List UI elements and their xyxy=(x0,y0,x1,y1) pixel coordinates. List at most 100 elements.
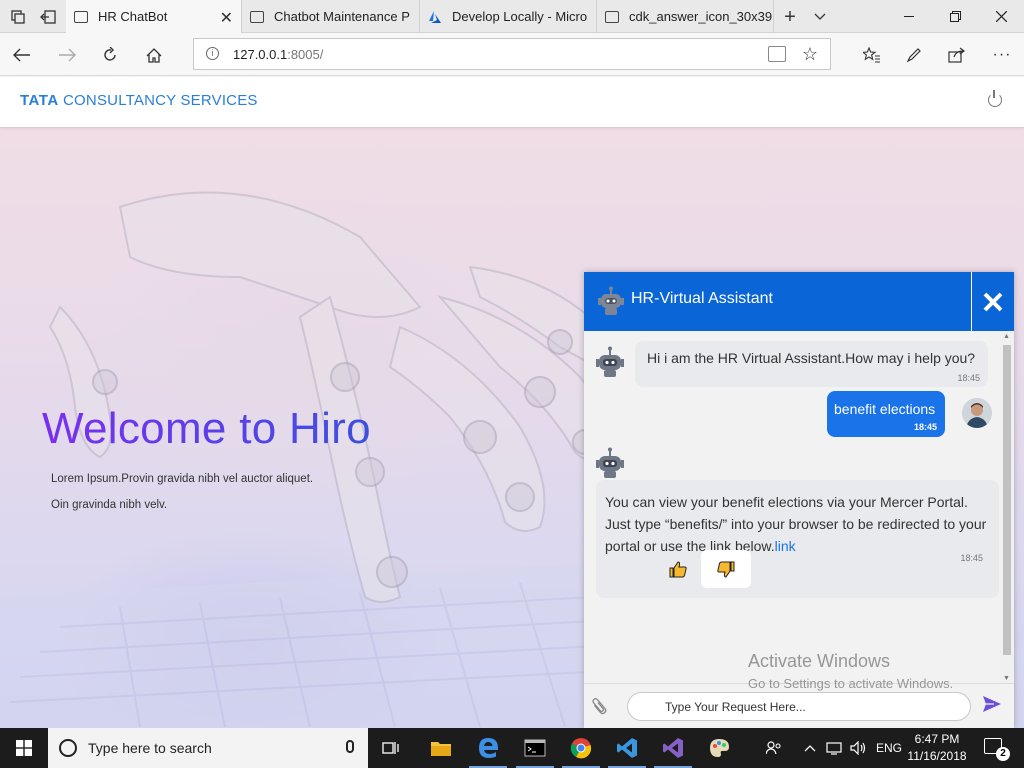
page-icon xyxy=(605,10,619,23)
send-icon[interactable] xyxy=(982,695,1002,713)
clock-date: 11/16/2018 xyxy=(907,749,967,763)
tab-label: HR ChatBot xyxy=(98,9,168,24)
refresh-icon xyxy=(104,47,116,61)
site-info-icon[interactable]: i xyxy=(206,47,219,60)
brand-rest: CONSULTANCY SERVICES xyxy=(58,92,258,109)
thumbs-up-button[interactable] xyxy=(653,550,703,588)
chevron-down-icon[interactable] xyxy=(810,7,830,27)
more-options-icon[interactable]: ··· xyxy=(990,43,1014,67)
tab-label: Develop Locally - Micro xyxy=(452,9,588,24)
tcs-logo: TATA CONSULTANCY SERVICES xyxy=(20,92,258,109)
home-icon xyxy=(146,47,162,63)
command-prompt-icon[interactable] xyxy=(512,728,558,768)
pen-icon[interactable] xyxy=(902,43,926,67)
scroll-down-icon[interactable]: ▼ xyxy=(1003,675,1010,682)
start-button[interactable] xyxy=(0,728,48,768)
message-time: 18:45 xyxy=(957,373,980,383)
language-indicator[interactable]: ENG xyxy=(876,728,902,768)
watermark-subtitle: Go to Settings to activate Windows. xyxy=(748,676,954,691)
user-message: benefit elections 18:45 xyxy=(827,391,945,437)
answer-link[interactable]: link xyxy=(775,538,796,554)
microphone-icon[interactable] xyxy=(346,740,354,753)
chat-message-input[interactable] xyxy=(627,692,971,721)
network-icon[interactable] xyxy=(826,728,842,768)
activate-windows-watermark: Activate Windows Go to Settings to activ… xyxy=(748,651,953,691)
taskbar-search-box[interactable]: Type here to search xyxy=(48,728,368,768)
hero-title: Welcome to Hiro xyxy=(42,404,371,453)
answer-text: You can view your benefit elections via … xyxy=(605,491,990,557)
message-text: benefit elections xyxy=(834,401,936,417)
brand-strong: TATA xyxy=(20,92,59,109)
edge-browser-icon[interactable] xyxy=(465,728,511,768)
minimize-icon[interactable] xyxy=(886,0,932,33)
people-icon[interactable] xyxy=(766,728,782,768)
url-host: 127.0.0.1 xyxy=(233,47,288,62)
tab-develop-locally[interactable]: Develop Locally - Micro xyxy=(420,0,597,33)
message-time: 18:45 xyxy=(913,422,937,432)
tab-restore-icon[interactable] xyxy=(38,7,58,27)
forward-arrow-icon xyxy=(59,48,76,62)
home-button[interactable] xyxy=(142,43,166,67)
favorites-hub-icon[interactable] xyxy=(860,43,884,67)
chat-header: HR-Virtual Assistant xyxy=(584,272,1014,331)
page-icon xyxy=(250,10,264,23)
task-view-icon[interactable] xyxy=(368,728,414,768)
reading-view-icon[interactable] xyxy=(768,46,786,62)
scroll-up-icon[interactable]: ▲ xyxy=(1003,333,1010,340)
tab-hr-chatbot[interactable]: HR ChatBot ✕ xyxy=(66,0,242,33)
new-tab-icon[interactable]: + xyxy=(780,6,800,28)
close-tab-icon[interactable]: ✕ xyxy=(220,8,233,28)
attachment-icon[interactable] xyxy=(588,694,615,722)
page-icon xyxy=(74,10,88,23)
url-text: 127.0.0.1:8005/ xyxy=(233,47,323,62)
search-placeholder: Type here to search xyxy=(88,740,212,756)
notification-center-icon[interactable]: 2 xyxy=(984,738,1010,761)
vscode-icon[interactable] xyxy=(604,728,650,768)
web-page: TATA CONSULTANCY SERVICES Welcome to Hir… xyxy=(0,77,1024,728)
favorite-star-icon[interactable]: ☆ xyxy=(802,44,818,65)
thumbs-up-icon xyxy=(669,560,687,577)
site-header: TATA CONSULTANCY SERVICES xyxy=(0,77,1024,127)
address-bar[interactable]: i 127.0.0.1:8005/ ☆ xyxy=(193,38,831,70)
url-port: :8005/ xyxy=(287,47,324,62)
scroll-thumb[interactable] xyxy=(1003,345,1011,655)
windows-logo-icon xyxy=(16,740,32,756)
bot-avatar-icon xyxy=(596,447,624,478)
thumbs-down-button[interactable] xyxy=(701,550,751,588)
share-icon[interactable] xyxy=(945,43,969,67)
tab-set-aside-icon[interactable] xyxy=(8,7,28,27)
file-explorer-icon[interactable] xyxy=(418,728,464,768)
user-avatar xyxy=(962,398,992,428)
volume-icon[interactable] xyxy=(850,728,868,768)
tab-cdk-answer-icon[interactable]: cdk_answer_icon_30x39 xyxy=(597,0,774,33)
chevron-up-icon[interactable] xyxy=(804,728,816,768)
browser-nav-bar: i 127.0.0.1:8005/ ☆ ··· xyxy=(0,33,1024,76)
windows-taskbar: Type here to search ENG 6:47 PM 11/16/20… xyxy=(0,728,1024,768)
back-arrow-icon xyxy=(13,48,30,62)
tab-label: Chatbot Maintenance P xyxy=(274,9,410,24)
bot-message: Hi i am the HR Virtual Assistant.How may… xyxy=(635,341,988,387)
message-time: 18:45 xyxy=(960,553,983,563)
visual-studio-icon[interactable] xyxy=(650,728,696,768)
close-icon xyxy=(983,292,1003,311)
restore-icon[interactable] xyxy=(932,0,978,33)
cortana-icon xyxy=(59,739,77,757)
back-button[interactable] xyxy=(10,43,34,67)
notification-count: 2 xyxy=(996,747,1010,761)
system-clock[interactable]: 6:47 PM 11/16/2018 xyxy=(904,731,970,765)
chat-close-button[interactable] xyxy=(971,272,1014,331)
bot-avatar-icon xyxy=(596,346,624,377)
close-window-icon[interactable] xyxy=(978,0,1024,33)
power-icon[interactable] xyxy=(988,90,1002,107)
chat-scrollbar[interactable]: ▲ ▼ xyxy=(1000,331,1014,683)
clock-time: 6:47 PM xyxy=(914,732,960,746)
chat-title: HR-Virtual Assistant xyxy=(631,290,773,307)
hero-text-line-1: Lorem Ipsum.Provin gravida nibh vel auct… xyxy=(51,473,314,485)
refresh-button[interactable] xyxy=(98,43,122,67)
forward-button[interactable] xyxy=(55,43,79,67)
thumbs-down-icon xyxy=(717,561,735,578)
chrome-icon[interactable] xyxy=(558,728,604,768)
paint-icon[interactable] xyxy=(696,728,742,768)
watermark-title: Activate Windows xyxy=(748,651,891,671)
tab-chatbot-maintenance[interactable]: Chatbot Maintenance P xyxy=(242,0,420,33)
